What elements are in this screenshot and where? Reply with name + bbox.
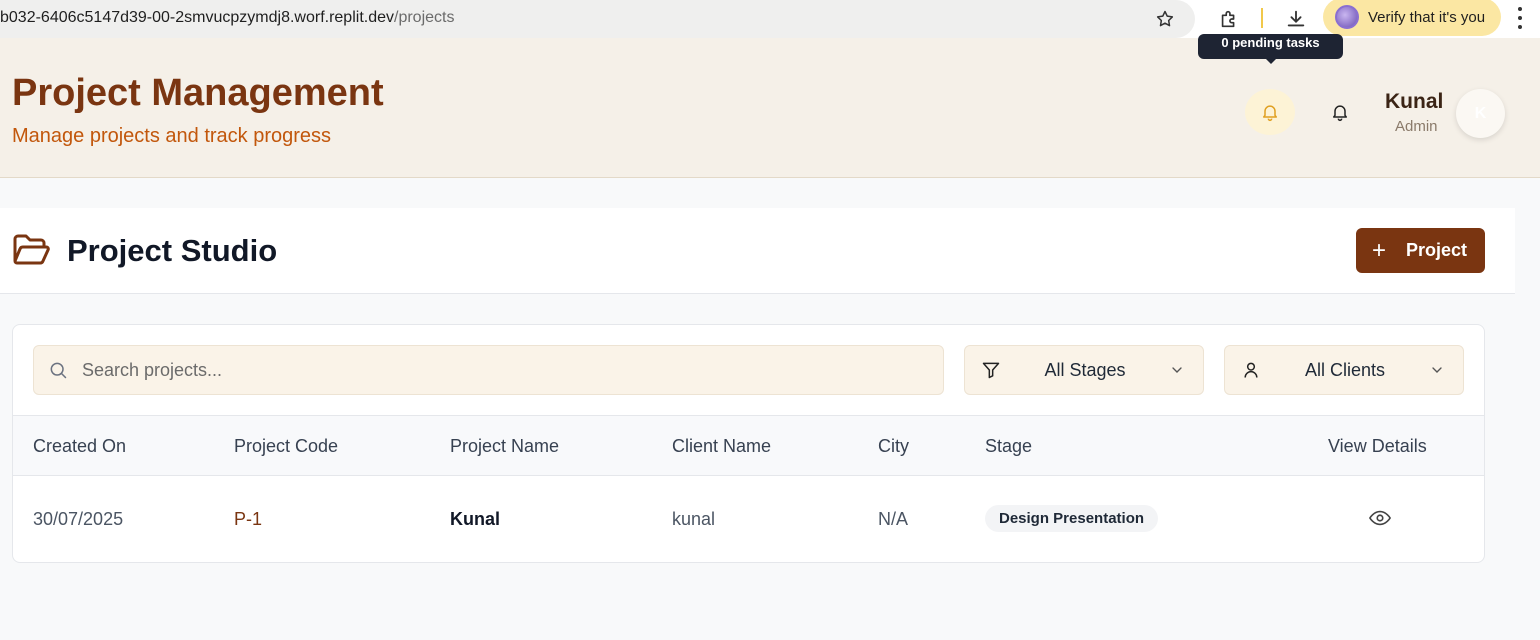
tooltip-text: 0 pending tasks — [1221, 35, 1320, 50]
status-badge: Design Presentation — [985, 505, 1159, 532]
avatar[interactable]: K — [1456, 89, 1505, 138]
user-icon — [1244, 362, 1258, 378]
column-project-name[interactable]: Project Name — [450, 436, 559, 457]
stage-filter-select[interactable]: All Stages — [964, 345, 1204, 395]
cell-project-name[interactable]: Kunal — [450, 509, 500, 530]
cell-project-code[interactable]: P-1 — [234, 509, 262, 530]
chevron-down-icon — [1432, 367, 1442, 373]
stage-filter-value: All Stages — [1044, 359, 1126, 380]
pending-tasks-tooltip: 0 pending tasks — [1198, 34, 1343, 59]
tooltip-arrow — [1265, 58, 1277, 64]
projects-card: All Stages All Clients Created On Projec… — [12, 324, 1485, 563]
bell-icon — [1263, 105, 1277, 122]
user-role: Admin — [1395, 118, 1438, 135]
cell-city: N/A — [878, 509, 909, 529]
profile-avatar-icon — [1335, 5, 1359, 29]
column-view-details: View Details — [1328, 436, 1427, 456]
eye-icon — [1369, 510, 1391, 526]
url-text[interactable]: b032-6406c5147d39-00-2smvucpzymdj8.worf.… — [0, 9, 454, 27]
url-path: /projects — [394, 9, 455, 26]
user-name: Kunal — [1385, 90, 1444, 113]
plus-icon: + — [1372, 236, 1387, 264]
table-header: Created On Project Code Project Name Cli… — [13, 415, 1484, 476]
verify-identity-button[interactable]: Verify that it's you — [1323, 0, 1501, 36]
search-box[interactable] — [33, 345, 944, 395]
app-header: Project Management Manage projects and t… — [0, 34, 1540, 178]
client-filter-value: All Clients — [1304, 359, 1386, 380]
url-host: b032-6406c5147d39-00-2smvucpzymdj8.worf.… — [0, 9, 394, 26]
search-icon — [50, 362, 67, 379]
verify-label: Verify that it's you — [1368, 8, 1486, 26]
studio-header: Project Studio + Project — [0, 208, 1515, 294]
chevron-down-icon — [1172, 367, 1182, 373]
pending-tasks-button[interactable] — [1245, 89, 1295, 135]
project-studio-panel: Project Studio + Project All Stages All … — [0, 208, 1515, 640]
studio-body: All Stages All Clients Created On Projec… — [0, 294, 1515, 640]
page-title: Project Management — [12, 72, 384, 114]
browser-menu-icon[interactable] — [1514, 5, 1526, 31]
column-city[interactable]: City — [878, 436, 909, 457]
column-client-name[interactable]: Client Name — [672, 436, 771, 457]
extension-icon[interactable] — [1217, 7, 1241, 31]
star-icon[interactable] — [1153, 7, 1177, 31]
page-subtitle: Manage projects and track progress — [12, 125, 332, 147]
add-project-button[interactable]: + Project — [1356, 228, 1485, 273]
cell-created-on: 30/07/2025 — [33, 509, 124, 529]
table-row[interactable]: 30/07/2025 P-1 Kunal kunal N/A Design Pr… — [13, 476, 1484, 562]
column-project-code[interactable]: Project Code — [234, 436, 338, 457]
filter-icon — [982, 362, 1000, 379]
notifications-button[interactable] — [1315, 89, 1365, 135]
folder-open-icon — [13, 234, 50, 265]
column-stage[interactable]: Stage — [985, 436, 1032, 457]
download-icon[interactable] — [1284, 7, 1308, 31]
browser-toolbar: b032-6406c5147d39-00-2smvucpzymdj8.worf.… — [0, 0, 1540, 38]
column-created-on[interactable]: Created On — [33, 436, 126, 457]
search-input[interactable] — [82, 359, 882, 381]
toolbar-divider — [1261, 8, 1263, 28]
studio-title: Project Studio — [67, 233, 278, 268]
client-filter-select[interactable]: All Clients — [1224, 345, 1464, 395]
cell-client-name: kunal — [672, 509, 716, 529]
view-details-button[interactable] — [1368, 508, 1392, 528]
add-project-label: Project — [1406, 240, 1468, 260]
bell-icon — [1333, 105, 1347, 122]
address-bar[interactable]: b032-6406c5147d39-00-2smvucpzymdj8.worf.… — [0, 0, 1195, 38]
